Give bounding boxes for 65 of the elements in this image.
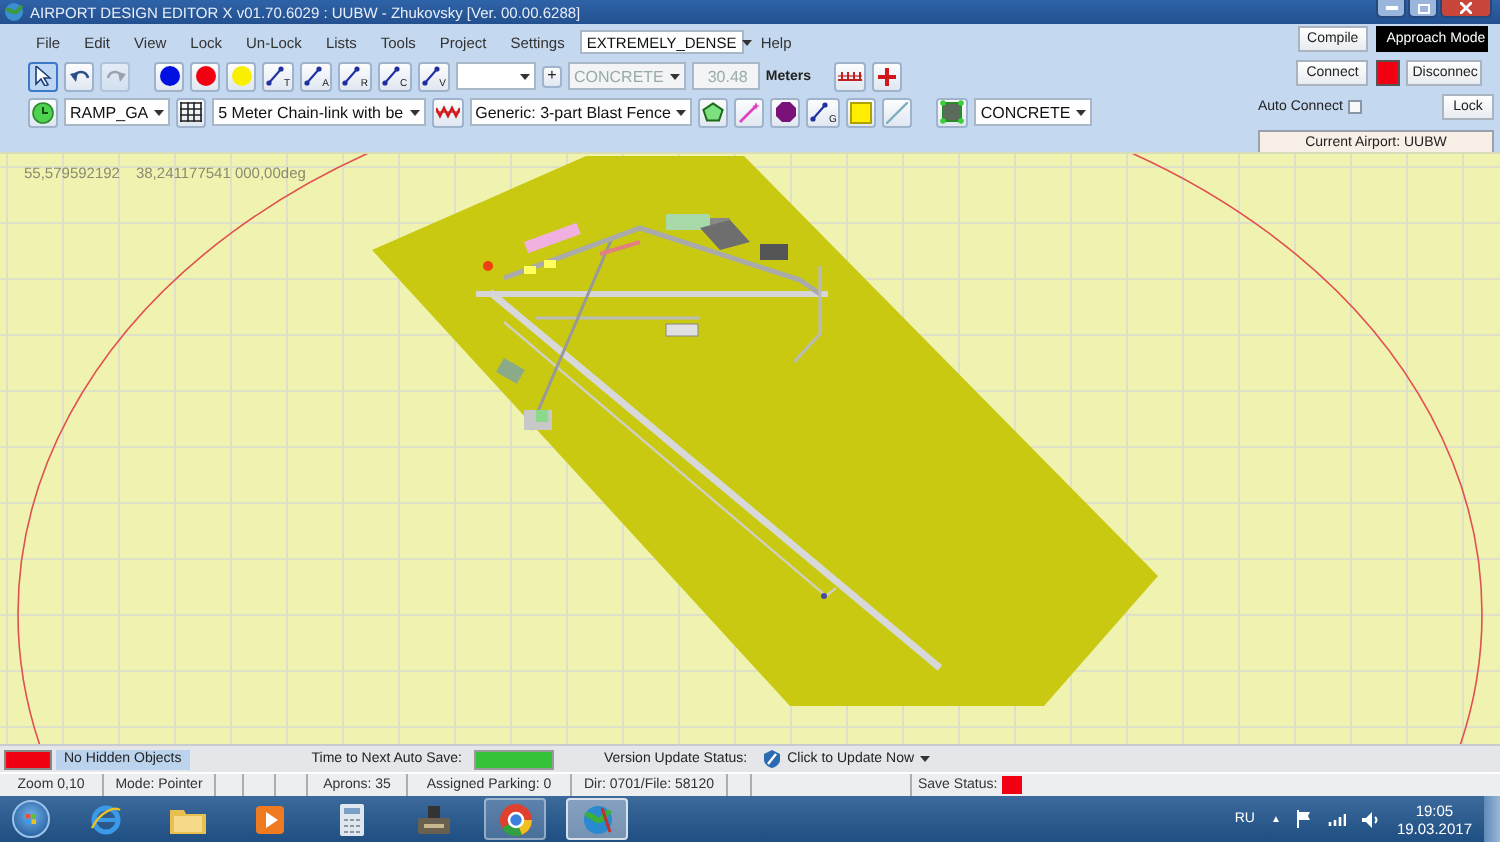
fence-icon (435, 104, 460, 120)
folder-icon (169, 805, 205, 833)
tool-button[interactable] (28, 61, 58, 91)
auto-connect-checkbox[interactable] (1348, 100, 1363, 114)
cursor-icon (34, 66, 52, 86)
printer-icon (417, 805, 449, 833)
speaker-icon (1362, 811, 1381, 827)
line-icon (382, 66, 401, 86)
caret-icon (154, 109, 165, 115)
chrome-icon (499, 803, 531, 835)
square-icon (850, 101, 873, 123)
end-marker (821, 593, 827, 599)
caret-icon (669, 73, 680, 79)
caret-icon (676, 109, 687, 115)
pentagon-icon (702, 102, 725, 122)
undo-icon (69, 68, 89, 84)
minimize-button[interactable] (1376, 0, 1406, 18)
dropdown[interactable]: CONCRETE (974, 98, 1093, 126)
calculator-icon (339, 803, 363, 835)
caret-icon (409, 109, 420, 115)
tool-button[interactable] (28, 97, 58, 127)
app-globe-icon (4, 2, 24, 22)
dropdown[interactable]: Generic: 3-part Blast Fence (469, 98, 693, 126)
line-icon (810, 102, 829, 122)
update-shield-icon (763, 750, 780, 768)
tool-button[interactable] (176, 97, 207, 127)
dropdown[interactable]: RAMP_GA (64, 98, 171, 126)
clock-icon (32, 101, 54, 123)
close-button[interactable] (1440, 0, 1492, 18)
wand-icon (738, 101, 761, 123)
polygon-icon (940, 100, 965, 124)
octagon-icon (775, 102, 796, 122)
grid-icon (180, 102, 203, 122)
tool-button[interactable] (64, 61, 94, 91)
add-button[interactable]: + (542, 65, 562, 87)
taskbar-app[interactable] (484, 798, 546, 840)
browser-e-icon (89, 803, 121, 835)
caret-icon (520, 73, 530, 79)
caret-icon (742, 39, 753, 45)
caret-icon (1076, 109, 1087, 115)
plus-icon (878, 67, 897, 85)
maximize-button[interactable] (1408, 0, 1438, 18)
tool-button[interactable] (770, 97, 801, 127)
line-icon (304, 66, 323, 86)
tool-button[interactable] (698, 97, 729, 127)
fence-line-icon (838, 68, 863, 84)
marker-dot (483, 261, 493, 271)
close-icon (1460, 2, 1472, 14)
globe-app-icon (581, 803, 613, 835)
line-icon (342, 66, 361, 86)
redo-icon (105, 68, 125, 84)
start-button[interactable] (12, 800, 50, 838)
action-center-flag-icon (1296, 810, 1313, 828)
tool-button[interactable] (834, 61, 867, 91)
windows-logo-icon (26, 810, 36, 828)
media-player-icon (255, 805, 283, 833)
diagonal-line-icon (886, 101, 909, 123)
taskbar-app[interactable] (566, 798, 628, 840)
line-icon (421, 66, 440, 86)
maximize-icon (1417, 3, 1429, 13)
caret-icon (920, 756, 931, 762)
dropdown[interactable]: 5 Meter Chain-link with be (212, 98, 426, 126)
minimize-icon (1385, 6, 1397, 10)
line-icon (266, 66, 284, 86)
signal-bars-icon (1328, 812, 1347, 826)
